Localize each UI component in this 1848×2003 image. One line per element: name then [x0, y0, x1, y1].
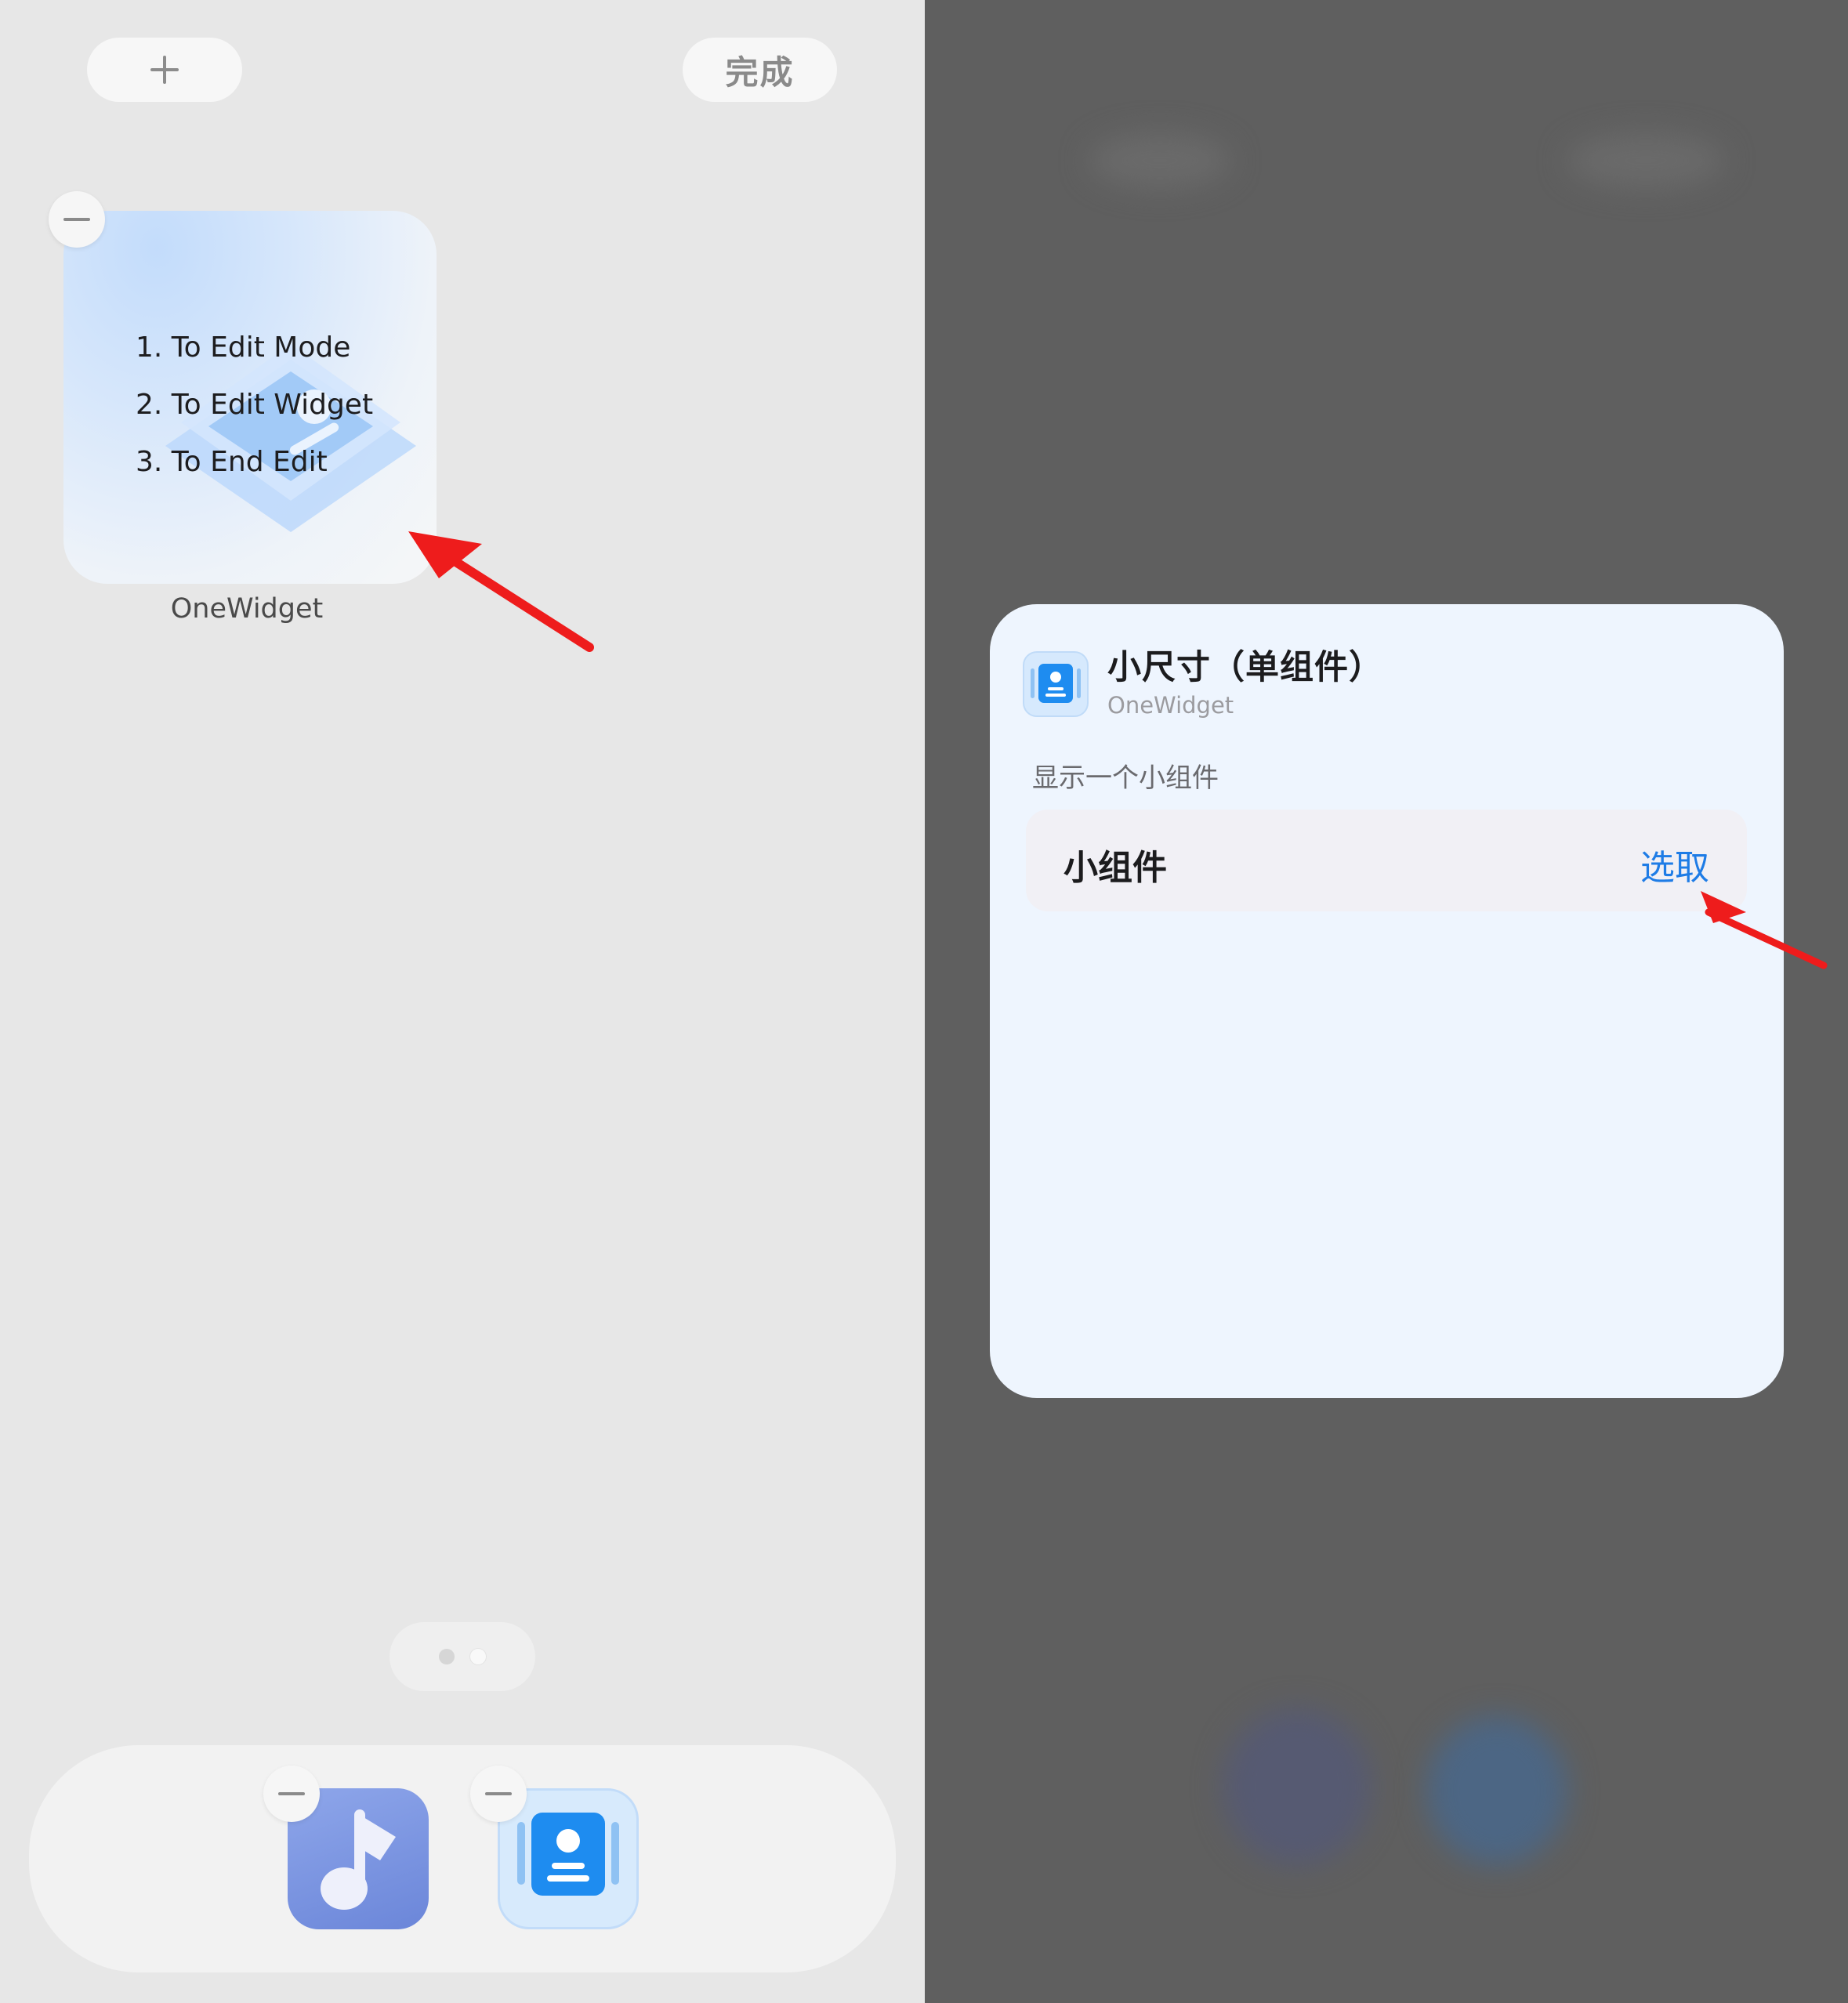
done-button[interactable]: 完成 [683, 38, 837, 102]
blurred-background [1567, 133, 1724, 188]
onewidget-app-icon [1023, 651, 1089, 717]
onewidget-widget[interactable]: 1. To Edit Mode 2. To Edit Widget 3. To … [63, 211, 437, 584]
sheet-app-name: OneWidget [1107, 692, 1234, 719]
widget-config-sheet: 小尺寸（单组件） OneWidget 显示一个小组件 小组件 选取 [990, 604, 1784, 1398]
sheet-title: 小尺寸（单组件） [1107, 648, 1383, 687]
step-item: 1. To Edit Mode [136, 331, 351, 364]
page-dot-active [470, 1649, 486, 1664]
widget-config-overlay: 小尺寸（单组件） OneWidget 显示一个小组件 小组件 选取 [925, 0, 1848, 2003]
page-indicator[interactable] [390, 1622, 535, 1691]
dock [29, 1745, 896, 1972]
step-item: 2. To Edit Widget [136, 389, 374, 421]
step-item: 3. To End Edit [136, 446, 328, 478]
row-label: 小组件 [1064, 848, 1167, 888]
widget-select-row[interactable]: 小组件 选取 [1026, 810, 1747, 911]
remove-app-minus-icon[interactable] [263, 1766, 320, 1822]
plus-icon [150, 56, 179, 84]
contact-card-icon [1031, 664, 1081, 703]
remove-widget-minus-icon[interactable] [49, 191, 105, 248]
sheet-description: 显示一个小组件 [1032, 762, 1219, 794]
blurred-background [1223, 1708, 1372, 1865]
page-dot [439, 1649, 455, 1664]
home-screen-edit-mode: 完成 1. To Edit Mode 2. To Edit Widget 3. … [0, 0, 925, 2003]
blurred-background [1089, 133, 1230, 188]
blurred-background [1426, 1716, 1567, 1865]
choose-button[interactable]: 选取 [1640, 839, 1709, 889]
add-widget-button[interactable] [87, 38, 242, 102]
widget-steps-list: 1. To Edit Mode 2. To Edit Widget 3. To … [136, 319, 373, 491]
widget-name-label: OneWidget [170, 593, 324, 625]
remove-app-minus-icon[interactable] [470, 1766, 527, 1822]
